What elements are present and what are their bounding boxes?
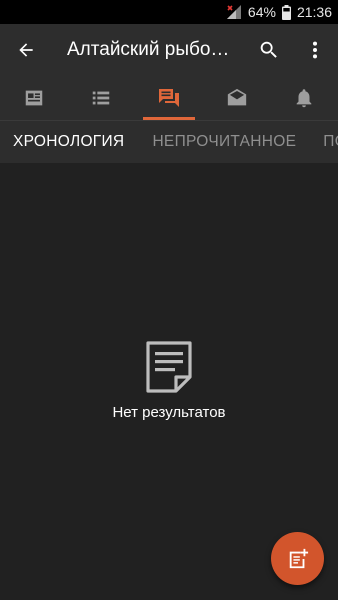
subtab-chronology[interactable]: ХРОНОЛОГИЯ [13,133,124,151]
clock: 21:36 [296,4,332,20]
list-icon [93,91,110,105]
app-bar: Алтайский рыбо… [0,24,338,76]
back-button[interactable] [0,24,52,76]
tab-articles[interactable] [0,76,68,120]
tab-list[interactable] [68,76,136,120]
empty-state-text: Нет результатов [112,404,226,421]
new-post-button[interactable] [271,532,324,585]
battery-percent: 64% [247,4,276,20]
main-tabs [0,76,338,120]
page-title: Алтайский рыбо… [67,39,230,60]
search-icon [260,41,277,58]
more-options-button[interactable] [292,24,338,76]
status-bar: 64% 21:36 [0,0,338,24]
note-icon [146,341,192,393]
search-button[interactable] [246,24,292,76]
battery-icon [281,4,291,20]
sub-tabs: ХРОНОЛОГИЯ НЕПРОЧИТАННОЕ ПОДП [0,120,338,163]
signal-icon [226,4,242,20]
drafts-icon [227,88,246,106]
tab-drafts[interactable] [203,76,271,120]
new-post-icon [289,548,308,568]
bell-icon [296,89,312,108]
article-icon [25,90,43,106]
back-arrow-icon [19,43,33,57]
empty-state: Нет результатов [0,340,338,421]
tab-notifications[interactable] [270,76,338,120]
subtab-subscriptions[interactable]: ПОДП [323,133,338,151]
subtab-unread[interactable]: НЕПРОЧИТАННОЕ [152,133,296,151]
more-vert-icon [312,41,318,59]
forum-icon [158,89,179,107]
tab-forum[interactable] [135,76,203,120]
